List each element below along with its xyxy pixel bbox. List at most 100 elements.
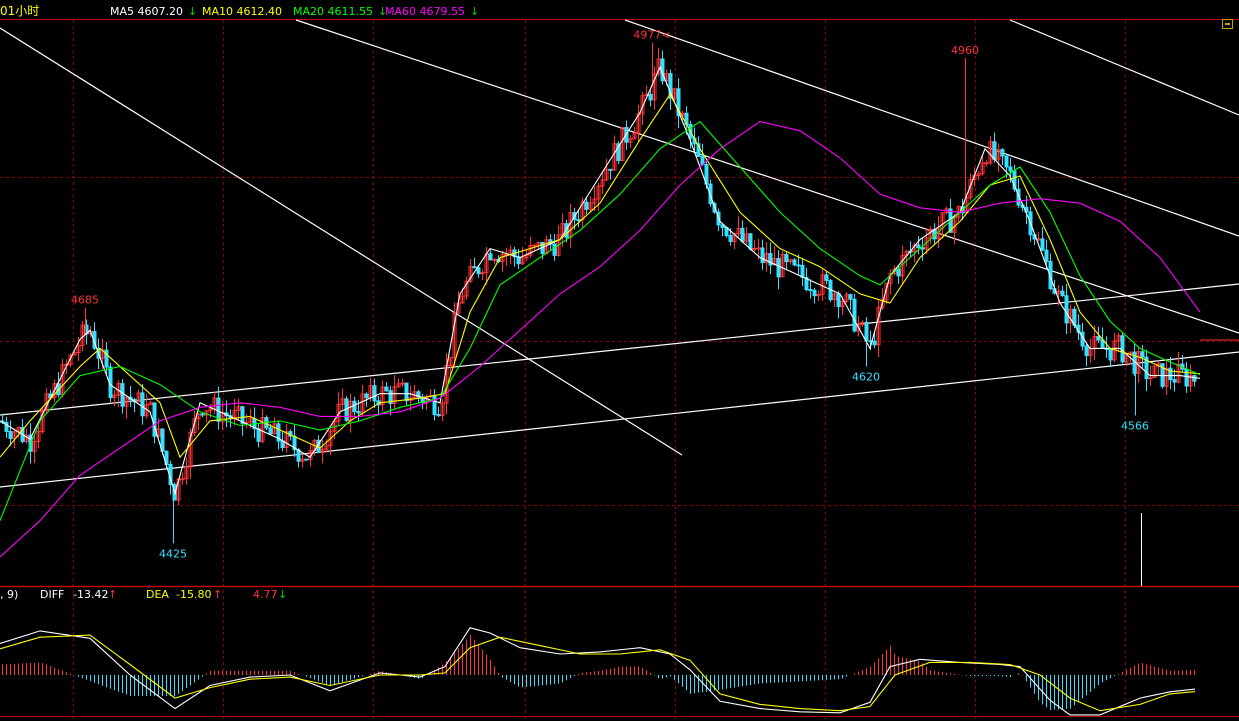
- candlestick-chart: 4685 4425 4977< 4620 4960 4566: [0, 19, 1239, 720]
- ma-line-ma10: [0, 93, 1201, 459]
- candle-body: [992, 141, 997, 160]
- ma-legend-ma20: MA20 4611.55 ↓: [293, 5, 387, 18]
- candle-body: [256, 428, 261, 442]
- candle-body: [812, 289, 817, 297]
- candle-body: [472, 266, 477, 269]
- candle-body: [400, 382, 405, 385]
- price-annotations: 4685 4425 4977< 4620 4960 4566: [71, 29, 1149, 561]
- trend-line: [0, 27, 683, 456]
- candle-body: [792, 259, 797, 266]
- candles: [0, 42, 1197, 544]
- candle-body: [304, 458, 309, 461]
- trend-line: [295, 19, 1239, 334]
- ma-legend-ma60: MA60 4679.55 ↓: [385, 5, 479, 18]
- close-icon[interactable]: [1222, 19, 1233, 29]
- candle-body: [1060, 290, 1065, 297]
- trend-line: [1009, 19, 1239, 116]
- macd-value: 4.77: [253, 588, 278, 601]
- candle-body: [720, 224, 725, 229]
- candle-body: [1064, 295, 1069, 324]
- candle-body: [1184, 368, 1189, 387]
- candle-body: [740, 227, 745, 242]
- candle-body: [836, 293, 841, 308]
- candle-body: [984, 162, 989, 165]
- candle-body: [608, 168, 613, 171]
- candle-body: [372, 385, 377, 402]
- trend-line: [0, 283, 1239, 416]
- candle-body: [352, 400, 357, 413]
- candle-body: [872, 340, 877, 346]
- diff-label: DIFF: [40, 588, 65, 601]
- ma-label: MA5 4607.20: [110, 5, 183, 18]
- candle-body: [280, 440, 285, 449]
- price-annotation-4425: 4425: [159, 547, 187, 560]
- candle-body: [852, 298, 857, 332]
- candle-body: [1168, 367, 1173, 381]
- candle-body: [532, 244, 537, 247]
- candle-body: [1000, 149, 1005, 157]
- ma-line-ma20: [0, 120, 1201, 521]
- candle-body: [752, 247, 757, 250]
- diff-arrow: ↑: [108, 588, 118, 601]
- candle-body: [800, 264, 805, 278]
- price-annotation-4620: 4620: [852, 370, 880, 383]
- candle-body: [480, 272, 485, 275]
- ma-label: MA60 4679.55: [385, 5, 465, 18]
- candle-body: [808, 289, 813, 292]
- candle-body: [1108, 348, 1113, 361]
- candle-body: [436, 414, 441, 417]
- candle-body: [356, 411, 361, 414]
- candle-body: [364, 393, 369, 399]
- dea-value: -15.80: [176, 588, 212, 601]
- candle-body: [200, 413, 205, 416]
- candle-body: [776, 257, 781, 278]
- candle-body: [1036, 238, 1041, 241]
- period-label: 01小时: [0, 4, 40, 18]
- candle-body: [1192, 375, 1197, 382]
- candle-body: [492, 258, 497, 261]
- candle-body: [1172, 379, 1177, 383]
- ma-label: MA20 4611.55: [293, 5, 373, 18]
- candle-body: [1008, 166, 1013, 172]
- candle-body: [8, 431, 13, 439]
- candle-body: [384, 386, 389, 392]
- candle-body: [120, 383, 125, 407]
- macd-arrow: ↓: [278, 588, 288, 601]
- ma-line-ma5: [0, 65, 1201, 496]
- candle-body: [180, 478, 185, 481]
- trend-lines: [0, 19, 1239, 586]
- candle-body: [760, 247, 765, 264]
- candle-body: [488, 253, 493, 261]
- macd-params: , 9): [0, 588, 19, 601]
- candle-body: [748, 233, 753, 250]
- candle-body: [404, 382, 409, 402]
- candle-body: [728, 235, 733, 242]
- candle-body: [1096, 336, 1101, 341]
- dea-arrow: ↑: [213, 588, 223, 601]
- candle-body: [648, 93, 653, 101]
- candle-body: [240, 406, 245, 424]
- macd-dea-line: [0, 634, 1196, 712]
- diff-value: -13.42: [73, 588, 109, 601]
- candle-body: [268, 427, 273, 435]
- candle-body: [584, 201, 589, 210]
- trend-line: [624, 19, 1239, 237]
- candle-body: [796, 264, 801, 267]
- price-annotation-4977: 4977<: [633, 29, 670, 42]
- candle-body: [552, 243, 557, 256]
- candle-body: [1120, 335, 1125, 363]
- candle-body: [824, 274, 829, 281]
- price-annotation-4566: 4566: [1121, 419, 1149, 432]
- candle-body: [476, 267, 481, 275]
- candle-body: [1004, 155, 1009, 168]
- candle-body: [756, 247, 761, 250]
- down-arrow-icon: ↓: [470, 5, 480, 18]
- dea-label: DEA: [146, 588, 169, 601]
- candle-body: [1044, 249, 1049, 262]
- price-annotation-4685: 4685: [71, 294, 99, 307]
- down-arrow-icon: ↓: [188, 5, 198, 18]
- candle-body: [864, 321, 869, 342]
- candle-body: [848, 294, 853, 300]
- candle-body: [1040, 238, 1045, 251]
- macd-diff-line: [0, 627, 1196, 716]
